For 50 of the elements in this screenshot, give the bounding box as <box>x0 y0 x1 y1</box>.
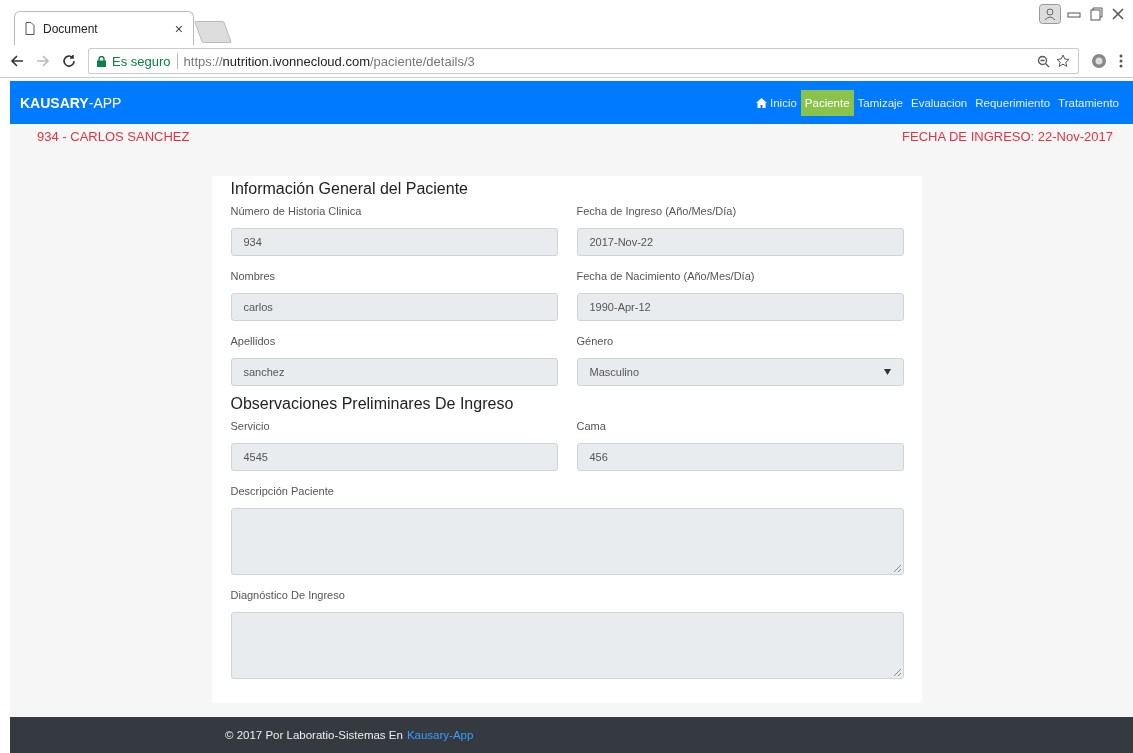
field-label: Servicio <box>230 420 271 433</box>
select-field[interactable]: Masculino <box>576 358 904 386</box>
input-field[interactable]: 1990-Apr-12 <box>576 293 904 321</box>
document-icon <box>25 22 35 35</box>
tab-close-button[interactable]: × <box>174 20 183 37</box>
tab-title: Document <box>43 21 99 36</box>
footer-text: © 2017 Por Laboratio-Sistemas En <box>225 729 403 741</box>
url-text: https://nutrition.ivonnecloud.com/paciente/details/3 <box>183 53 475 69</box>
input-field[interactable]: carlos <box>230 293 558 321</box>
home-icon <box>756 97 767 108</box>
nav-link[interactable]: Tratamiento <box>1054 89 1123 116</box>
close-icon[interactable] <box>1109 7 1127 21</box>
nav-link[interactable]: Inicio <box>752 89 801 116</box>
back-icon[interactable] <box>10 54 24 68</box>
footer-link[interactable]: Kausary-App <box>406 729 474 741</box>
nav-link[interactable]: Evaluacion <box>907 89 972 116</box>
field-label: Diagnóstico De Ingreso <box>230 589 346 602</box>
nav-link[interactable]: Tamizaje <box>853 89 907 116</box>
resize-grip-icon[interactable] <box>893 565 901 572</box>
address-bar[interactable]: Es seguro https://nutrition.ivonnecloud.com/paciente/details/3 <box>88 48 1079 74</box>
input-field[interactable]: 934 <box>230 228 558 256</box>
zoom-icon[interactable] <box>1037 54 1050 68</box>
section-title: Información General del Paciente <box>230 179 469 199</box>
field-label: Cama <box>576 420 607 433</box>
patient-title: 934 - CARLOS SANCHEZ <box>37 129 190 146</box>
resize-grip-icon[interactable] <box>893 669 901 676</box>
input-field[interactable]: 456 <box>576 443 904 471</box>
caret-icon <box>883 369 891 375</box>
field-label: Descripción Paciente <box>230 485 335 498</box>
field-label: Apellidos <box>230 335 277 348</box>
admission-date: FECHA DE INGRESO: 22-Nov-2017 <box>902 129 1113 146</box>
input-field[interactable]: 4545 <box>230 443 558 471</box>
field-label: Género <box>576 335 615 348</box>
secure-label: Es seguro <box>112 53 171 69</box>
brand-logo[interactable]: KAUSARY-APP <box>20 94 122 111</box>
nav-link[interactable]: Requerimiento <box>971 89 1055 116</box>
field-label: Fecha de Ingreso (Año/Mes/Día) <box>576 205 738 218</box>
menu-icon[interactable] <box>1119 54 1123 68</box>
input-field[interactable]: 2017-Nov-22 <box>576 228 904 256</box>
browser-tab[interactable]: Document × <box>14 11 194 45</box>
field-label: Número de Historia Clinica <box>230 205 363 218</box>
profile-icon[interactable] <box>1039 4 1061 24</box>
lock-icon <box>97 55 106 67</box>
section-title: Observaciones Preliminares De Ingreso <box>230 394 515 414</box>
input-field[interactable]: sanchez <box>230 358 558 386</box>
field-label: Fecha de Nacimiento (Año/Mes/Día) <box>576 270 756 283</box>
field-label: Nombres <box>230 270 277 283</box>
star-icon[interactable] <box>1056 54 1070 68</box>
reload-icon[interactable] <box>62 54 76 68</box>
maximize-icon[interactable] <box>1087 7 1105 21</box>
